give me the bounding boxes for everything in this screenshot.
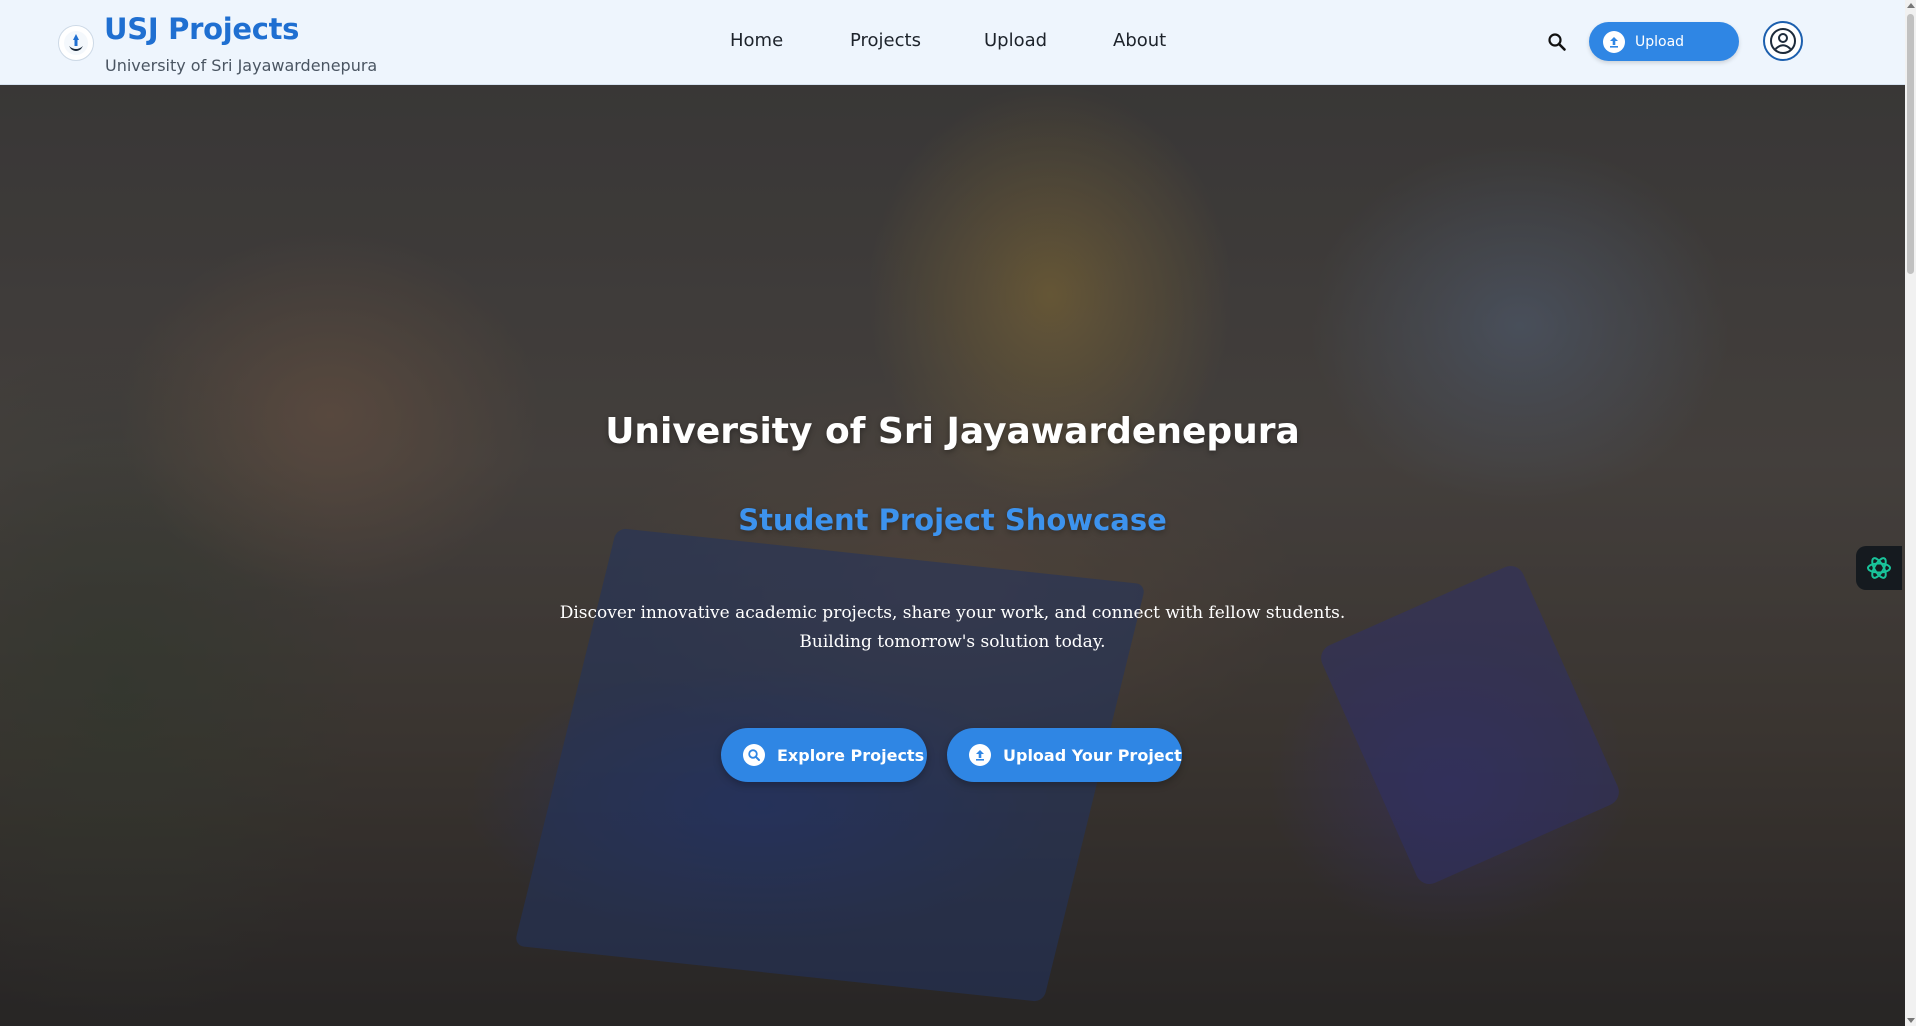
explore-projects-label: Explore Projects — [777, 745, 925, 765]
university-logo-icon[interactable] — [58, 25, 94, 61]
nav-about[interactable]: About — [1113, 30, 1166, 51]
page-scrollbar[interactable] — [1905, 0, 1916, 1026]
scroll-down-icon[interactable] — [1907, 1018, 1915, 1023]
explore-projects-button[interactable]: Explore Projects — [721, 728, 927, 782]
nav-home[interactable]: Home — [730, 30, 783, 51]
assistant-widget-icon[interactable] — [1856, 546, 1902, 590]
upload-icon — [969, 744, 991, 766]
hero-title: University of Sri Jayawardenepura — [605, 411, 1300, 452]
scroll-up-icon[interactable] — [1907, 3, 1915, 8]
hero-section: University of Sri Jayawardenepura Studen… — [0, 85, 1905, 1026]
search-icon[interactable] — [1545, 30, 1569, 54]
search-icon — [743, 744, 765, 766]
scroll-thumb[interactable] — [1907, 14, 1914, 274]
upload-icon — [1603, 30, 1625, 53]
hero-description-line-2: Building tomorrow's solution today. — [799, 632, 1106, 652]
user-account-icon[interactable] — [1763, 21, 1803, 61]
top-navbar: USJ Projects University of Sri Jayawarde… — [0, 0, 1905, 85]
hero-content: University of Sri Jayawardenepura Studen… — [0, 85, 1905, 1026]
brand-subtitle: University of Sri Jayawardenepura — [105, 56, 378, 75]
header-upload-button[interactable]: Upload — [1589, 22, 1739, 61]
hero-subtitle: Student Project Showcase — [738, 503, 1167, 537]
header-upload-label: Upload — [1635, 33, 1685, 50]
hero-description-line-1: Discover innovative academic projects, s… — [559, 603, 1346, 623]
upload-your-project-button[interactable]: Upload Your Project — [947, 728, 1182, 782]
nav-upload[interactable]: Upload — [984, 30, 1047, 51]
hero-description: Discover innovative academic projects, s… — [0, 599, 1905, 657]
nav-projects[interactable]: Projects — [850, 30, 921, 51]
upload-your-project-label: Upload Your Project — [1003, 745, 1182, 765]
brand-title[interactable]: USJ Projects — [104, 12, 299, 46]
